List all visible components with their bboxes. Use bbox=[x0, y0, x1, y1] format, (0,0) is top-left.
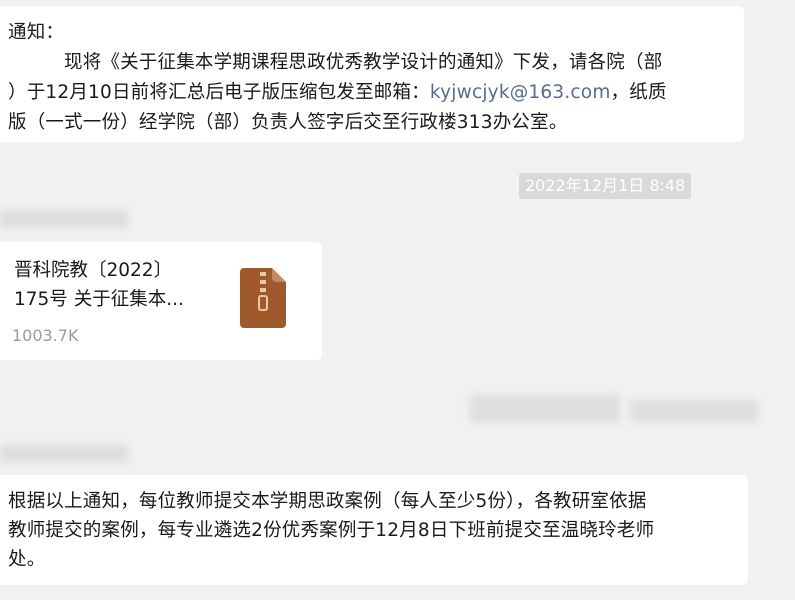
sender-name-blurred bbox=[0, 210, 128, 228]
sender-name-blurred bbox=[0, 445, 128, 463]
file-title-line: 晋科院教〔2022〕 bbox=[14, 260, 173, 281]
file-title-line: 175号 关于征集本... bbox=[14, 289, 184, 310]
zip-file-icon bbox=[240, 268, 286, 328]
email-link[interactable]: kyjwcjyk@163.com bbox=[430, 82, 611, 103]
message-timestamp: 2022年12月1日 8:48 bbox=[519, 173, 692, 199]
message-line: 教师提交的案例，每专业遴选2份优秀案例于12月8日下班前提交至温晓玲老师 bbox=[8, 520, 655, 541]
sender-name-blurred bbox=[630, 400, 758, 422]
message-bubble-instruction[interactable]: 根据以上通知，每位教师提交本学期思政案例（每人至少5份），各教研室依据 教师提交… bbox=[0, 475, 748, 585]
message-line: 版（一式一份）经学院（部）负责人签字后交至行政楼313办公室。 bbox=[8, 112, 568, 133]
message-line: ）于12月10日前将汇总后电子版压缩包发至邮箱：kyjwcjyk@163.com… bbox=[8, 78, 730, 108]
message-line: 根据以上通知，每位教师提交本学期思政案例（每人至少5份），各教研室依据 bbox=[8, 491, 647, 512]
message-line: 处。 bbox=[8, 549, 46, 570]
sender-name-blurred bbox=[470, 395, 620, 423]
message-text: ，纸质 bbox=[610, 82, 667, 103]
message-line: 现将《关于征集本学期课程思政优秀教学设计的通知》下发，请各院（部 bbox=[64, 52, 663, 73]
file-title: 晋科院教〔2022〕 175号 关于征集本... bbox=[14, 256, 219, 314]
file-message-card[interactable]: 晋科院教〔2022〕 175号 关于征集本... 1003.7K bbox=[0, 242, 322, 360]
message-line: 通知： bbox=[8, 22, 65, 43]
file-size: 1003.7K bbox=[12, 326, 79, 345]
message-bubble-notice[interactable]: 通知： 现将《关于征集本学期课程思政优秀教学设计的通知》下发，请各院（部 ）于1… bbox=[0, 6, 744, 142]
message-text: ）于12月10日前将汇总后电子版压缩包发至邮箱： bbox=[8, 82, 430, 103]
